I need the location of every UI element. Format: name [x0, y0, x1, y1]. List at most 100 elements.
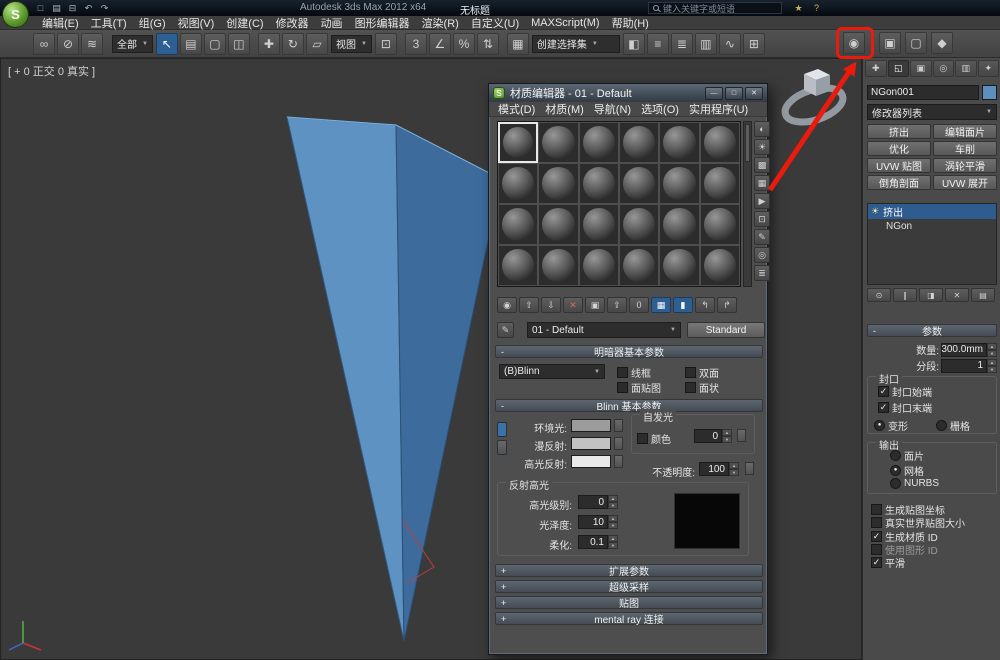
spinner-snap-icon[interactable]: ⇅: [477, 33, 499, 55]
options-icon[interactable]: ✎: [754, 229, 770, 245]
lathe-button[interactable]: 车削: [933, 141, 997, 156]
save-file-icon[interactable]: ⊟: [66, 2, 79, 14]
scrollbar-thumb[interactable]: [745, 124, 750, 162]
prism-side-face[interactable]: [396, 125, 501, 641]
use-pivot-center-icon[interactable]: ⊡: [375, 33, 397, 55]
spin-up-icon[interactable]: ▲: [608, 515, 618, 522]
edit-patch-button[interactable]: 编辑面片: [933, 124, 997, 139]
turbosmooth-button[interactable]: 涡轮平滑: [933, 158, 997, 173]
segments-spinner[interactable]: 1 ▲ ▼: [941, 359, 997, 373]
blinn-rollout-header[interactable]: - Blinn 基本参数: [495, 399, 763, 412]
menu-tools[interactable]: 工具(T): [85, 15, 133, 31]
select-and-scale-icon[interactable]: ▱: [306, 33, 328, 55]
new-file-icon[interactable]: □: [34, 2, 47, 14]
maps-rollout[interactable]: + 贴图: [495, 596, 763, 609]
make-unique-icon[interactable]: ◨: [919, 288, 943, 302]
self-illum-map-button[interactable]: [737, 429, 746, 442]
named-selection-set-combo[interactable]: 创建选择集 ▼: [532, 35, 620, 53]
material-slot[interactable]: [579, 122, 619, 163]
spin-down-icon[interactable]: ▼: [608, 522, 618, 529]
render-production-icon[interactable]: ◆: [931, 32, 953, 54]
specular-level-spinner[interactable]: 0 ▲ ▼: [578, 495, 618, 509]
diffuse-specular-lock-icon[interactable]: [497, 440, 507, 455]
menu-modes[interactable]: 模式(D): [493, 101, 540, 117]
tab-modify-icon[interactable]: ◱: [888, 60, 910, 77]
spin-down-icon[interactable]: ▼: [722, 436, 732, 443]
face-map-checkbox[interactable]: [617, 382, 628, 393]
patch-radio[interactable]: [890, 450, 901, 461]
material-slot[interactable]: [700, 163, 740, 204]
configure-modifier-sets-icon[interactable]: ▤: [971, 288, 995, 302]
tab-utilities-icon[interactable]: ✦: [978, 60, 1000, 77]
spin-up-icon[interactable]: ▲: [722, 429, 732, 436]
amount-spinner[interactable]: 300.0mm ▲ ▼: [941, 343, 997, 357]
render-setup-icon[interactable]: ▣: [879, 32, 901, 54]
specular-level-value[interactable]: 0: [578, 495, 608, 509]
spin-down-icon[interactable]: ▼: [987, 366, 997, 373]
remove-modifier-icon[interactable]: ✕: [945, 288, 969, 302]
self-illum-spinner[interactable]: 0 ▲ ▼: [694, 429, 732, 443]
spin-up-icon[interactable]: ▲: [608, 495, 618, 502]
make-material-copy-icon[interactable]: ▣: [585, 297, 605, 313]
align-icon[interactable]: ≡: [647, 33, 669, 55]
sample-type-icon[interactable]: ◐: [754, 121, 770, 137]
tab-create-icon[interactable]: ✚: [865, 60, 887, 77]
material-slot[interactable]: [619, 245, 659, 286]
menu-options[interactable]: 选项(O): [636, 101, 684, 117]
material-slot[interactable]: [659, 204, 699, 245]
ambient-diffuse-lock-icon[interactable]: [497, 422, 507, 437]
generate-mapping-coords-checkbox[interactable]: [871, 504, 882, 515]
select-and-rotate-icon[interactable]: ↻: [282, 33, 304, 55]
layer-manager-icon[interactable]: ≣: [671, 33, 693, 55]
diffuse-color-swatch[interactable]: [571, 437, 611, 450]
graphite-ribbon-icon[interactable]: ▥: [695, 33, 717, 55]
stack-item-extrude[interactable]: ☀ 挤出: [868, 204, 996, 219]
menu-views[interactable]: 视图(V): [172, 15, 221, 31]
soften-spinner[interactable]: 0.1 ▲ ▼: [578, 535, 618, 549]
optimize-button[interactable]: 优化: [867, 141, 931, 156]
assign-material-to-selection-icon[interactable]: ⇩: [541, 297, 561, 313]
backlight-icon[interactable]: ☀: [754, 139, 770, 155]
cap-start-checkbox[interactable]: ✓: [878, 386, 889, 397]
maximize-icon[interactable]: □: [725, 87, 743, 100]
material-slot[interactable]: [538, 163, 578, 204]
menu-material[interactable]: 材质(M): [540, 101, 589, 117]
pick-material-eyedropper-icon[interactable]: ✎: [497, 322, 514, 338]
diffuse-map-button[interactable]: [614, 437, 623, 450]
faceted-checkbox[interactable]: [685, 382, 696, 393]
unlink-selection-icon[interactable]: ⊘: [57, 33, 79, 55]
grid-radio[interactable]: [936, 420, 947, 431]
rectangular-selection-icon[interactable]: ▢: [204, 33, 226, 55]
rendered-frame-window-icon[interactable]: ▢: [905, 32, 927, 54]
application-menu-button[interactable]: S: [2, 1, 29, 28]
go-to-parent-icon[interactable]: ↰: [695, 297, 715, 313]
schematic-view-icon[interactable]: ⊞: [743, 33, 765, 55]
mental-ray-rollout[interactable]: + mental ray 连接: [495, 612, 763, 625]
material-slot[interactable]: [498, 163, 538, 204]
menu-maxscript[interactable]: MAXScript(M): [525, 17, 605, 29]
menu-animation[interactable]: 动画: [315, 15, 349, 31]
morph-radio[interactable]: ●: [874, 420, 885, 431]
opacity-value[interactable]: 100: [699, 462, 729, 476]
menu-utilities[interactable]: 实用程序(U): [684, 101, 753, 117]
material-slot[interactable]: [619, 163, 659, 204]
material-editor-icon[interactable]: ◉: [843, 32, 865, 54]
menu-graph-editors[interactable]: 图形编辑器: [349, 15, 416, 31]
material-slot-active[interactable]: [498, 122, 538, 163]
extrude-button[interactable]: 挤出: [867, 124, 931, 139]
self-illum-color-checkbox[interactable]: [637, 433, 648, 444]
two-sided-checkbox[interactable]: [685, 367, 696, 378]
reset-map-icon[interactable]: ✕: [563, 297, 583, 313]
curve-editor-icon[interactable]: ∿: [719, 33, 741, 55]
spin-down-icon[interactable]: ▼: [729, 469, 739, 476]
put-to-library-icon[interactable]: ⇪: [607, 297, 627, 313]
spin-down-icon[interactable]: ▼: [608, 502, 618, 509]
minimize-icon[interactable]: —: [705, 87, 723, 100]
material-slot[interactable]: [700, 245, 740, 286]
use-shape-ids-checkbox[interactable]: [871, 544, 882, 555]
spin-up-icon[interactable]: ▲: [608, 535, 618, 542]
keyboard-shortcut-toggle-icon[interactable]: ▦: [507, 33, 529, 55]
bind-to-spacewarp-icon[interactable]: ≋: [81, 33, 103, 55]
material-slot[interactable]: [700, 122, 740, 163]
select-object-icon[interactable]: ↖: [156, 33, 178, 55]
